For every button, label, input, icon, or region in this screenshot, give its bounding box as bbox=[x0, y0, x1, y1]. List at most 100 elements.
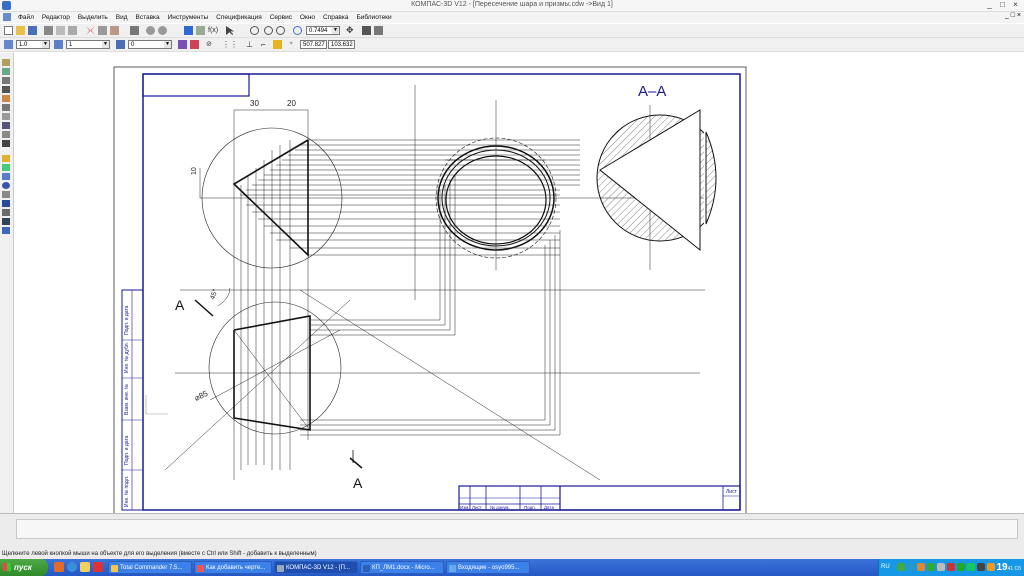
menu-libraries[interactable]: Библиотеки bbox=[353, 12, 394, 23]
menu-view[interactable]: Вид bbox=[113, 12, 131, 23]
dimensions-icon[interactable] bbox=[2, 68, 10, 75]
curve-icon[interactable] bbox=[2, 209, 10, 216]
manager-icon[interactable] bbox=[184, 26, 193, 35]
measure-icon[interactable] bbox=[2, 104, 10, 111]
show-all-icon[interactable] bbox=[374, 26, 383, 35]
zoom-scale-icon[interactable] bbox=[293, 26, 302, 35]
tray-skype-icon[interactable] bbox=[957, 563, 965, 571]
firefox-icon[interactable] bbox=[54, 562, 64, 572]
arc-icon[interactable] bbox=[2, 191, 10, 198]
menu-specification[interactable]: Спецификация bbox=[213, 12, 265, 23]
function-icon[interactable]: f(x) bbox=[208, 26, 218, 35]
task-mail[interactable]: Входящие - osyo995... bbox=[446, 561, 530, 574]
geometry-icon[interactable] bbox=[2, 59, 10, 66]
opera-icon[interactable] bbox=[93, 562, 103, 572]
task-browser[interactable]: Как добавить черте... bbox=[194, 561, 272, 574]
tray-network-icon[interactable] bbox=[907, 563, 915, 571]
chevron-down-icon[interactable]: ▼ bbox=[164, 41, 171, 48]
ortho-icon[interactable]: ⌐ bbox=[261, 40, 270, 49]
menu-tools[interactable]: Инструменты bbox=[165, 12, 212, 23]
drawing-sheet[interactable]: Подп. и дата Инв. № дубл. Взам. инв. № П… bbox=[14, 53, 1024, 518]
circle-icon[interactable] bbox=[2, 182, 10, 189]
print-preview-icon[interactable] bbox=[56, 26, 65, 35]
ie-icon[interactable] bbox=[67, 562, 77, 572]
menu-service[interactable]: Сервис bbox=[267, 12, 295, 23]
help-pointer-icon[interactable] bbox=[226, 26, 235, 35]
redo-icon[interactable] bbox=[158, 26, 167, 35]
task-kompas[interactable]: КОМПАС-3D V12 - [П... bbox=[274, 561, 358, 574]
preview-icon[interactable] bbox=[68, 26, 77, 35]
menu-file[interactable]: Файл bbox=[15, 12, 37, 23]
drawing-canvas[interactable]: Подп. и дата Инв. № дубл. Взам. инв. № П… bbox=[14, 53, 1024, 518]
calculator-icon[interactable] bbox=[196, 26, 205, 35]
pan-icon[interactable]: ✥ bbox=[346, 26, 355, 35]
line-scale-combo[interactable]: 1.0 ▼ bbox=[16, 40, 50, 49]
brush-icon[interactable] bbox=[190, 40, 199, 49]
task-word[interactable]: КП_ЛМ1.docx - Micro... bbox=[360, 561, 444, 574]
menu-window[interactable]: Окно bbox=[297, 12, 318, 23]
menu-insert[interactable]: Вставка bbox=[133, 12, 163, 23]
chevron-down-icon[interactable]: ▼ bbox=[42, 41, 49, 48]
color-icon[interactable] bbox=[178, 40, 187, 49]
line-scale-icon[interactable] bbox=[4, 40, 13, 49]
properties-icon[interactable] bbox=[130, 26, 139, 35]
zoom-out-icon[interactable] bbox=[276, 26, 285, 35]
chevron-down-icon[interactable]: ▼ bbox=[102, 41, 109, 48]
associative-views-icon[interactable] bbox=[2, 122, 10, 129]
save-icon[interactable] bbox=[28, 26, 37, 35]
task-total-commander[interactable]: Total Commander 7.5... bbox=[108, 561, 192, 574]
zoom-window-icon[interactable] bbox=[264, 26, 273, 35]
menu-help[interactable]: Справка bbox=[320, 12, 352, 23]
grid-icon[interactable]: ⋮⋮ bbox=[222, 40, 238, 49]
hatch-icon[interactable] bbox=[2, 218, 10, 225]
copy-icon[interactable] bbox=[98, 26, 107, 35]
snap-icon[interactable] bbox=[273, 40, 282, 49]
tray-volume-icon[interactable] bbox=[937, 563, 945, 571]
language-indicator[interactable]: RU bbox=[881, 559, 890, 576]
zoom-in-icon[interactable] bbox=[250, 26, 259, 35]
reports-icon[interactable] bbox=[2, 140, 10, 147]
mdi-close-button[interactable]: × bbox=[1017, 12, 1021, 19]
layer-icon[interactable] bbox=[54, 40, 63, 49]
refresh-icon[interactable] bbox=[362, 26, 371, 35]
tray-monitor-icon[interactable] bbox=[977, 563, 985, 571]
new-document-icon[interactable] bbox=[4, 26, 13, 35]
parametrization-icon[interactable] bbox=[2, 95, 10, 102]
chevron-down-icon[interactable]: ▼ bbox=[332, 27, 339, 34]
menu-select[interactable]: Выделить bbox=[75, 12, 111, 23]
menu-editor[interactable]: Редактор bbox=[39, 12, 73, 23]
open-folder-icon[interactable] bbox=[16, 26, 25, 35]
mark-icon[interactable] bbox=[2, 173, 10, 180]
style-combo[interactable]: 0 ▼ bbox=[128, 40, 172, 49]
maximize-button[interactable]: □ bbox=[996, 0, 1009, 9]
document-icon[interactable] bbox=[3, 13, 11, 21]
local-cs-icon[interactable]: ⊥ bbox=[246, 40, 255, 49]
designations-icon[interactable] bbox=[2, 77, 10, 84]
insert-icon[interactable] bbox=[2, 155, 10, 162]
coord-x-field[interactable]: 507.827 bbox=[300, 40, 327, 49]
editing-icon[interactable] bbox=[2, 86, 10, 93]
undo-icon[interactable] bbox=[146, 26, 155, 35]
minimize-button[interactable]: _ bbox=[983, 0, 996, 9]
start-button[interactable]: пуск bbox=[0, 559, 48, 576]
fillet-icon[interactable] bbox=[2, 227, 10, 234]
select-icon[interactable] bbox=[2, 113, 10, 120]
coord-y-field[interactable]: 103.632 bbox=[328, 40, 355, 49]
close-button[interactable]: × bbox=[1009, 0, 1022, 9]
spec-icon[interactable] bbox=[2, 131, 10, 138]
clock[interactable]: 1941 Сб bbox=[996, 559, 1021, 578]
macro-icon[interactable] bbox=[2, 164, 10, 171]
mdi-restore-button[interactable]: □ bbox=[1011, 12, 1015, 19]
filter-icon[interactable]: ⊘ bbox=[206, 40, 215, 49]
tray-power-icon[interactable] bbox=[987, 563, 995, 571]
tray-shield-icon[interactable] bbox=[947, 563, 955, 571]
style-icon[interactable] bbox=[116, 40, 125, 49]
print-icon[interactable] bbox=[44, 26, 53, 35]
polygon-icon[interactable] bbox=[2, 200, 10, 207]
paste-icon[interactable] bbox=[110, 26, 119, 35]
zoom-combo[interactable]: 0.7494 ▼ bbox=[306, 26, 340, 35]
mdi-minimize-button[interactable]: _ bbox=[1005, 12, 1009, 19]
tray-torrent-icon[interactable] bbox=[967, 563, 975, 571]
tray-antivirus-icon[interactable] bbox=[927, 563, 935, 571]
show-desktop-icon[interactable] bbox=[80, 562, 90, 572]
